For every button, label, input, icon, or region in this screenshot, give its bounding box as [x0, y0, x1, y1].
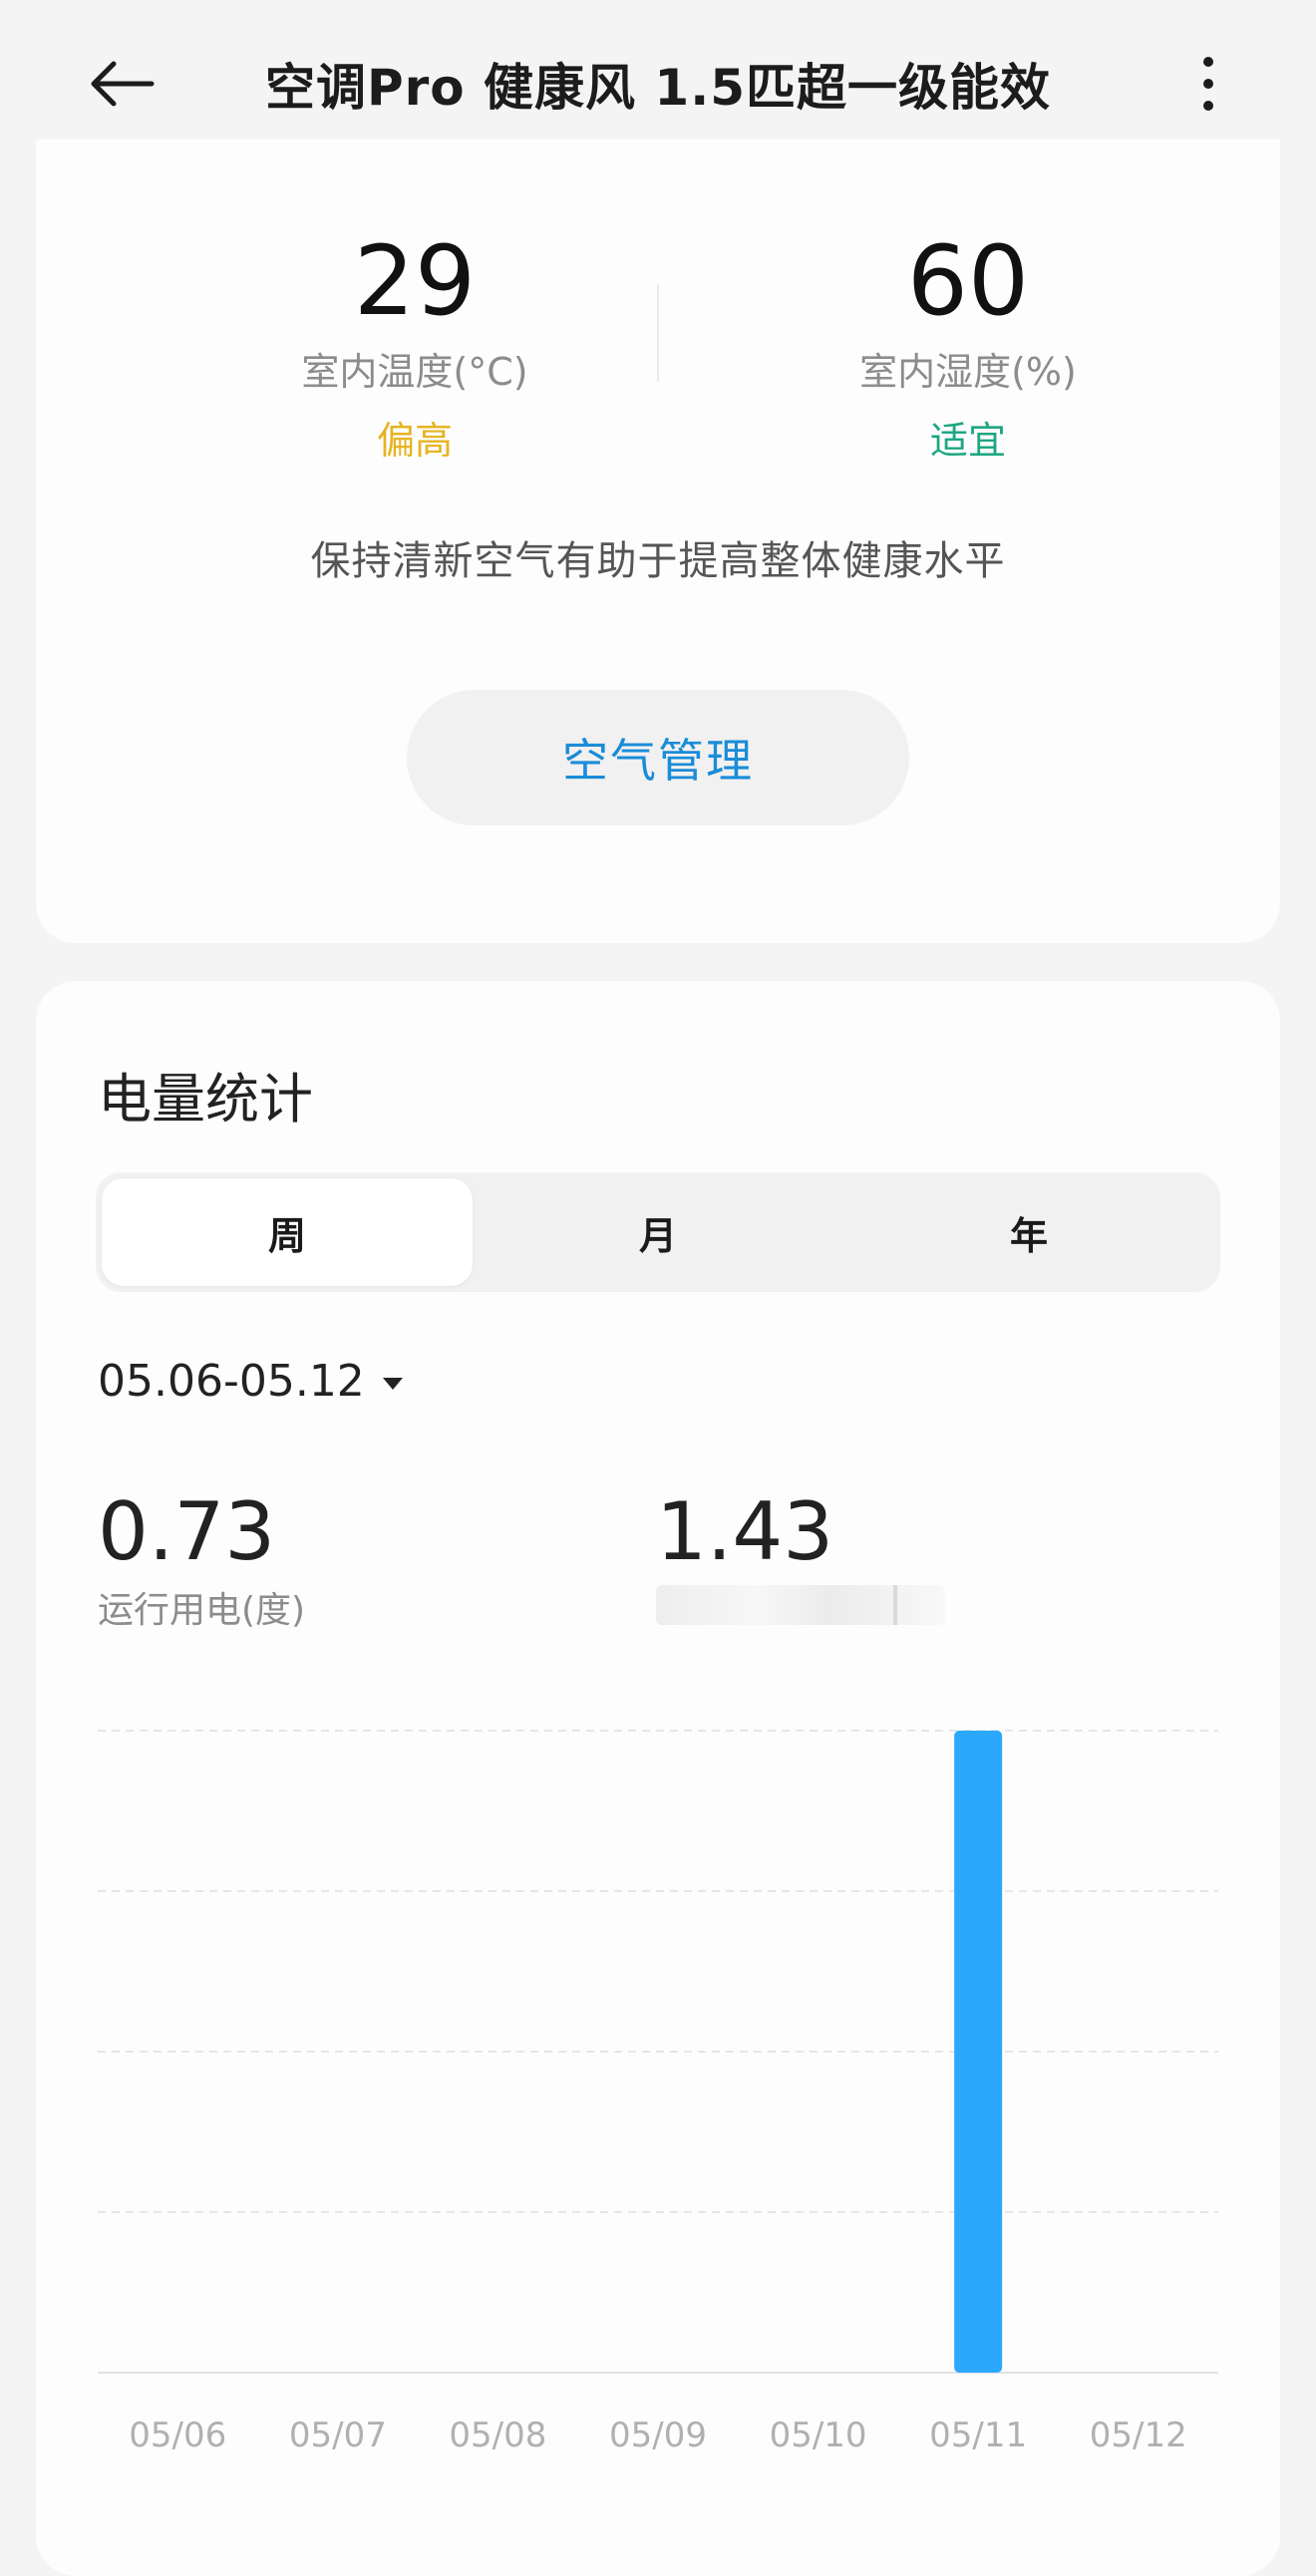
- power-statistics-card: 电量统计 周 月 年 05.06-05.12 0.73 运行用电(度) 1.43…: [36, 981, 1280, 2576]
- temperature-label: 室内温度(°C): [301, 350, 528, 394]
- humidity-status: 适宜: [929, 419, 1006, 463]
- x-tick-label: 05/07: [289, 2415, 387, 2455]
- x-tick-label: 05/12: [1090, 2415, 1187, 2455]
- bar-05-11[interactable]: [954, 1731, 1003, 2373]
- temperature-value: 29: [353, 225, 477, 337]
- back-button[interactable]: [78, 44, 164, 124]
- x-tick-label: 05/09: [609, 2415, 707, 2455]
- temperature-metric: 29 室内温度(°C) 偏高: [205, 231, 624, 465]
- vertical-dots-icon: [1203, 57, 1213, 111]
- temperature-status: 偏高: [376, 419, 453, 463]
- environment-card: 29 室内温度(°C) 偏高 60 室内湿度(%) 适宜 保持清新空气有助于提高…: [36, 140, 1280, 943]
- arrow-left-icon: [91, 61, 155, 107]
- power-bar-chart: 05/06 05/07 05/08 05/09 05/10 05/11 05/12: [98, 1730, 1218, 2455]
- x-tick-label: 05/10: [770, 2415, 867, 2455]
- humidity-label: 室内湿度(%): [859, 350, 1077, 394]
- health-tip: 保持清新空气有助于提高整体健康水平: [310, 538, 1006, 584]
- page-title: 空调Pro 健康风 1.5匹超一级能效: [264, 59, 1052, 117]
- more-button[interactable]: [1178, 44, 1238, 124]
- humidity-metric: 60 室内湿度(%) 适宜: [759, 231, 1177, 465]
- x-tick-label: 05/11: [929, 2415, 1027, 2455]
- metric-divider: [657, 284, 659, 382]
- humidity-value: 60: [906, 225, 1030, 337]
- x-tick-label: 05/06: [129, 2415, 226, 2455]
- air-management-button[interactable]: 空气管理: [407, 690, 909, 825]
- x-tick-label: 05/08: [449, 2415, 546, 2455]
